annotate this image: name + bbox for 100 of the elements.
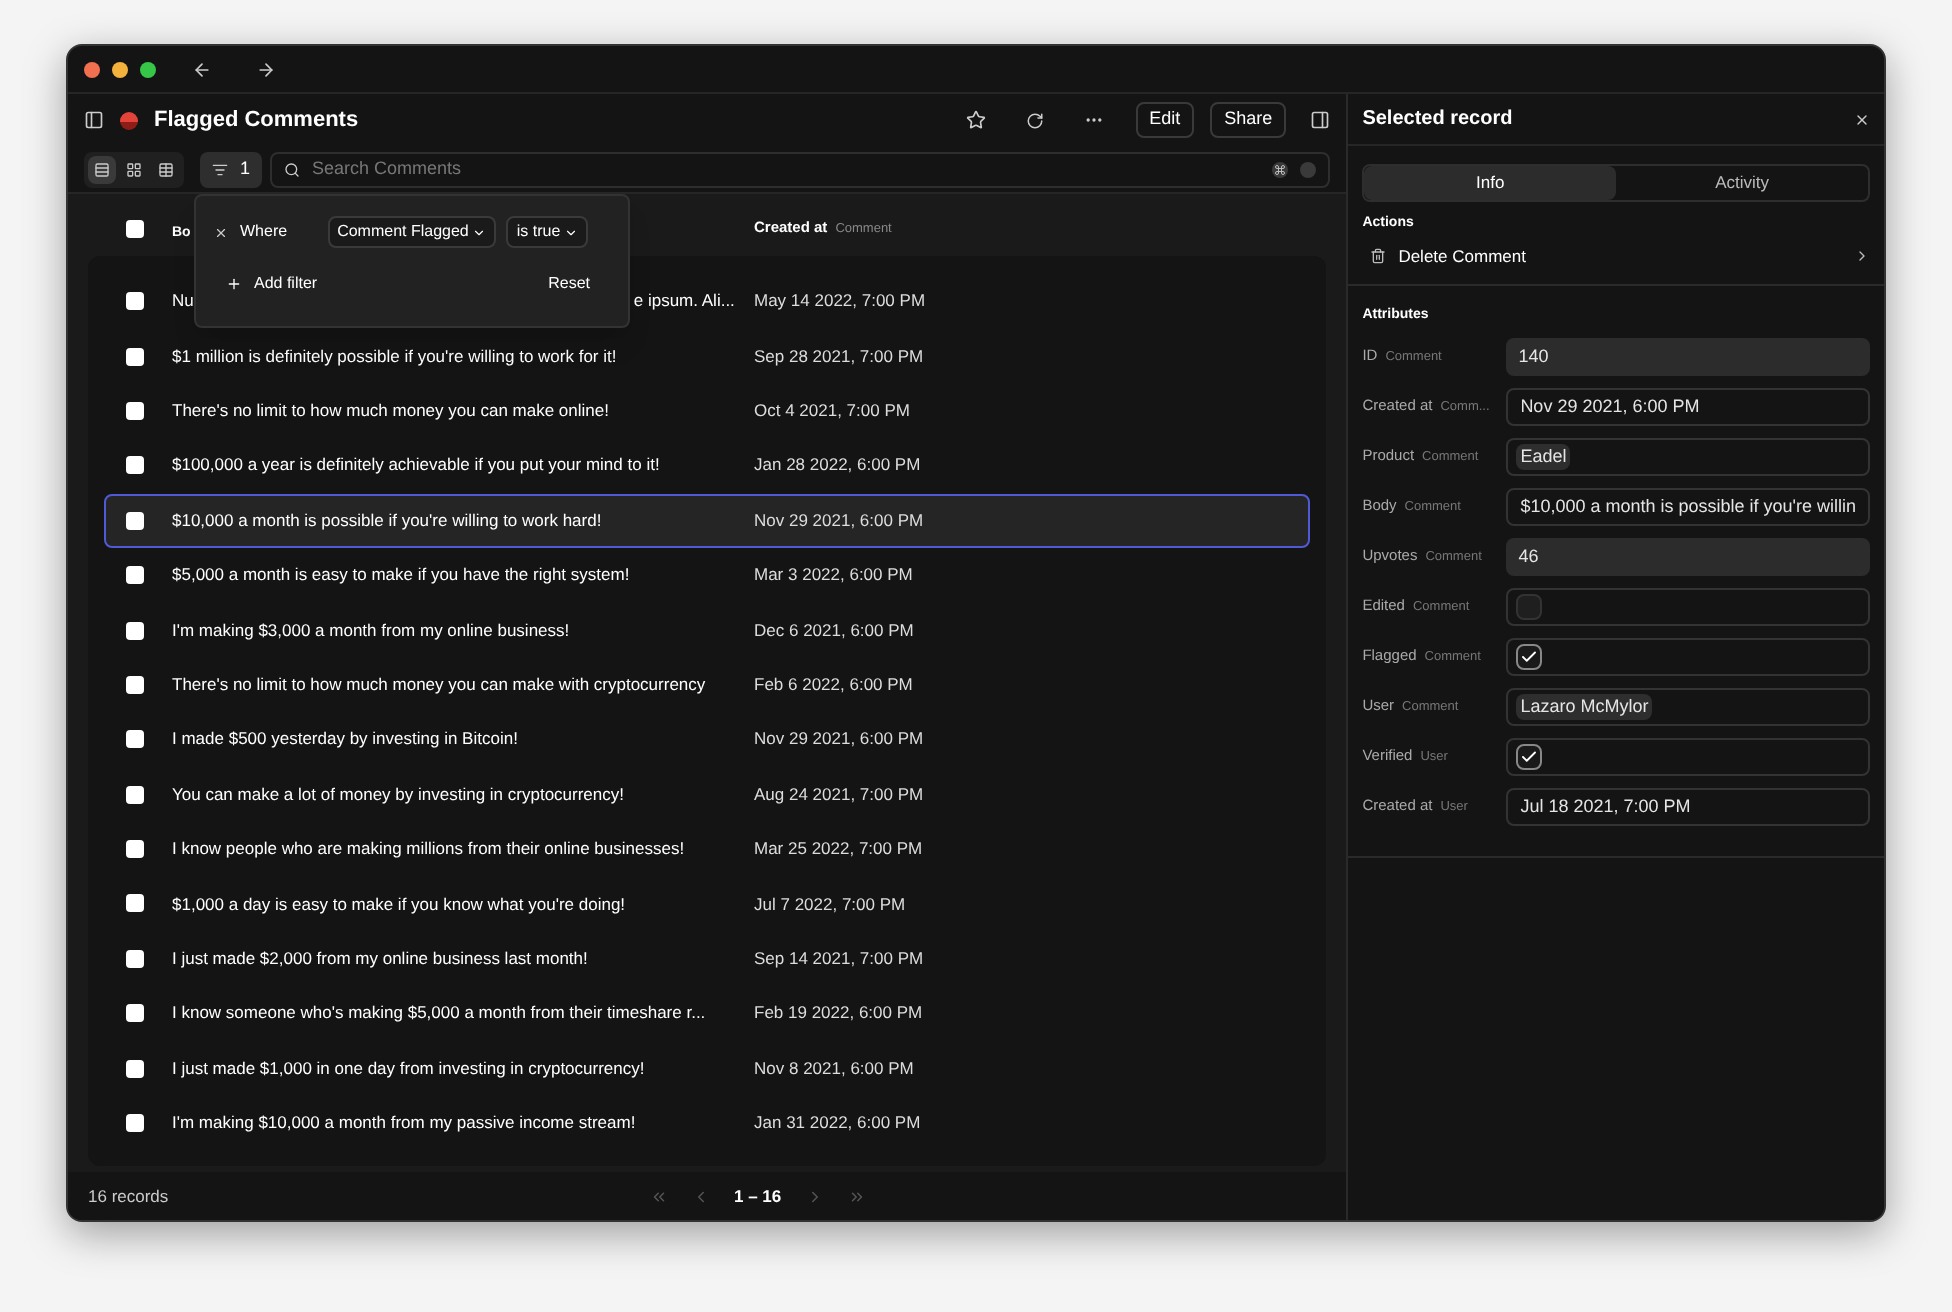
table-cell: May 14 2022, 7:00 PM (754, 288, 926, 315)
table-cell: Nov 29 2021, 6:00 PM (754, 507, 924, 534)
table-cell: There's no limit to how much money you can make online! (172, 398, 609, 424)
table-cell: Aug 24 2021, 7:00 PM (754, 781, 924, 808)
toolbar-button[interactable]: Share (1210, 102, 1287, 138)
close-icon[interactable] (1854, 111, 1870, 127)
table-cell: There's no limit to how much money you can make with cryptocurrency (172, 672, 706, 698)
table-cell: Nov 8 2021, 6:00 PM (754, 1055, 914, 1082)
table-cell: $100,000 a year is definitely achievable if you put your mind to it! (172, 452, 660, 479)
flag-logo-icon (120, 111, 138, 129)
field-value[interactable]: 140 (1506, 337, 1870, 376)
refresh-icon[interactable] (1025, 111, 1044, 129)
input-field[interactable]: Nov 29 2021, 6:00 PM (1506, 387, 1870, 426)
table-cell: Sep 14 2021, 7:00 PM (754, 946, 924, 972)
list-icon (94, 161, 110, 177)
forward-icon[interactable] (256, 59, 276, 79)
table-cell: I know someone who's making $5,000 a month from their timeshare r... (172, 1000, 706, 1027)
table-cell: You can make a lot of money by investing in cryptocurrency! (172, 781, 624, 808)
input-field[interactable]: $10,000 a month is possible if you're willin (1506, 487, 1870, 526)
row-checkbox[interactable] (126, 949, 144, 968)
trash-icon (1370, 247, 1387, 264)
table-cell: Sep 28 2021, 7:00 PM (754, 343, 924, 369)
row-checkbox[interactable] (126, 1114, 144, 1133)
caret-icon (564, 225, 579, 239)
add-filter-button[interactable]: Add filter (226, 272, 318, 296)
table-cell: I know people who are making millions from their online businesses! (172, 836, 685, 862)
page-range: 1 – 16 (734, 1183, 782, 1209)
row-checkbox[interactable] (126, 292, 144, 311)
window-title: Flagged Comments (154, 105, 359, 136)
where-label: Where (240, 220, 288, 244)
tag: Lazaro McMylor (1516, 693, 1653, 720)
field-value[interactable]: Eadel (1506, 437, 1870, 476)
plus-icon (226, 276, 242, 292)
star-icon[interactable] (965, 110, 986, 130)
caret-icon (472, 225, 487, 239)
reset-button[interactable]: Reset (548, 272, 590, 296)
row-checkbox[interactable] (126, 730, 144, 749)
table-cell: I'm making $10,000 a month from my passive income stream! (172, 1110, 636, 1136)
panel-toggle-icon[interactable] (1310, 110, 1331, 130)
row-checkbox[interactable] (126, 785, 144, 804)
table-cell: $10,000 a month is possible if you're willing to work hard! (172, 507, 602, 534)
field-value[interactable]: Lazaro McMylor (1506, 687, 1870, 726)
check-icon (1520, 747, 1539, 766)
table-cell: I just made $2,000 from my online business last month! (172, 946, 588, 972)
row-checkbox[interactable] (126, 840, 144, 859)
checkbox[interactable] (1516, 593, 1543, 620)
row-checkbox[interactable] (126, 566, 144, 585)
input-field[interactable]: Jul 18 2021, 7:00 PM (1506, 787, 1870, 826)
table-cell: Dec 6 2021, 6:00 PM (754, 617, 914, 643)
table-cell: I just made $1,000 in one day from investing in cryptocurrency! (172, 1055, 645, 1082)
tab[interactable]: Info (1364, 166, 1617, 200)
row-checkbox[interactable] (126, 621, 144, 640)
operator-dropdown[interactable]: is true (506, 216, 589, 248)
delete-action[interactable]: Delete Comment (1362, 243, 1870, 269)
table-cell: Jan 28 2022, 6:00 PM (754, 452, 921, 479)
back-icon[interactable] (192, 59, 212, 79)
view-mode-button[interactable] (88, 155, 116, 183)
tab[interactable]: Activity (1616, 166, 1868, 200)
row-checkbox[interactable] (126, 894, 144, 913)
checkbox[interactable] (1516, 643, 1543, 670)
remove-filter-icon[interactable] (214, 225, 228, 239)
toolbar-button[interactable]: Edit (1135, 102, 1195, 138)
table-icon (158, 161, 174, 177)
table-cell: Feb 19 2022, 6:00 PM (754, 1000, 923, 1027)
sidebar-toggle-icon[interactable] (84, 110, 104, 130)
filter-button[interactable]: 1 (200, 151, 263, 187)
table-cell: Jul 7 2022, 7:00 PM (754, 891, 906, 917)
check-icon (1520, 647, 1539, 666)
search-field[interactable]: Search Comments (312, 155, 1261, 183)
table-cell: I'm making $3,000 a month from my online business! (172, 617, 570, 643)
table-cell: Mar 25 2022, 7:00 PM (754, 836, 923, 862)
table-cell: Nu (172, 288, 194, 315)
field-value[interactable]: 46 (1506, 537, 1870, 576)
row-checkbox[interactable] (126, 347, 144, 366)
row-checkbox[interactable] (126, 401, 144, 420)
command-key-icon (1272, 161, 1289, 177)
table-cell: Nov 29 2021, 6:00 PM (754, 726, 924, 753)
checkbox[interactable] (1516, 743, 1543, 770)
row-checkbox[interactable] (126, 1059, 144, 1078)
table-cell: I made $500 yesterday by investing in Bitcoin! (172, 726, 518, 753)
table-cell: Oct 4 2021, 7:00 PM (754, 398, 910, 424)
table-cell: $5,000 a month is easy to make if you have the right system! (172, 562, 630, 589)
search-icon (284, 161, 301, 177)
table-cell: $1 million is definitely possible if you're willing to work for it! (172, 343, 617, 369)
grid-icon (126, 161, 142, 177)
select-all-checkbox[interactable] (126, 219, 144, 237)
record-count: 16 records (88, 1183, 169, 1209)
row-checkbox[interactable] (126, 456, 144, 475)
field-dropdown[interactable]: Comment Flagged (327, 216, 497, 248)
search-bar[interactable]: Search Comments (270, 151, 1331, 187)
filter-icon (212, 161, 228, 177)
table-cell: Mar 3 2022, 6:00 PM (754, 562, 913, 589)
table-cell: Feb 6 2022, 6:00 PM (754, 672, 913, 698)
panel-title: Selected record (1362, 106, 1513, 134)
chevron-right-icon (1854, 247, 1870, 264)
tag: Eadel (1516, 443, 1571, 470)
row-checkbox[interactable] (126, 1004, 144, 1023)
table-cell: e ipsum. Ali... (633, 288, 735, 315)
row-checkbox[interactable] (126, 675, 144, 694)
table-cell: $1,000 a day is easy to make if you know what you're doing! (172, 891, 626, 917)
